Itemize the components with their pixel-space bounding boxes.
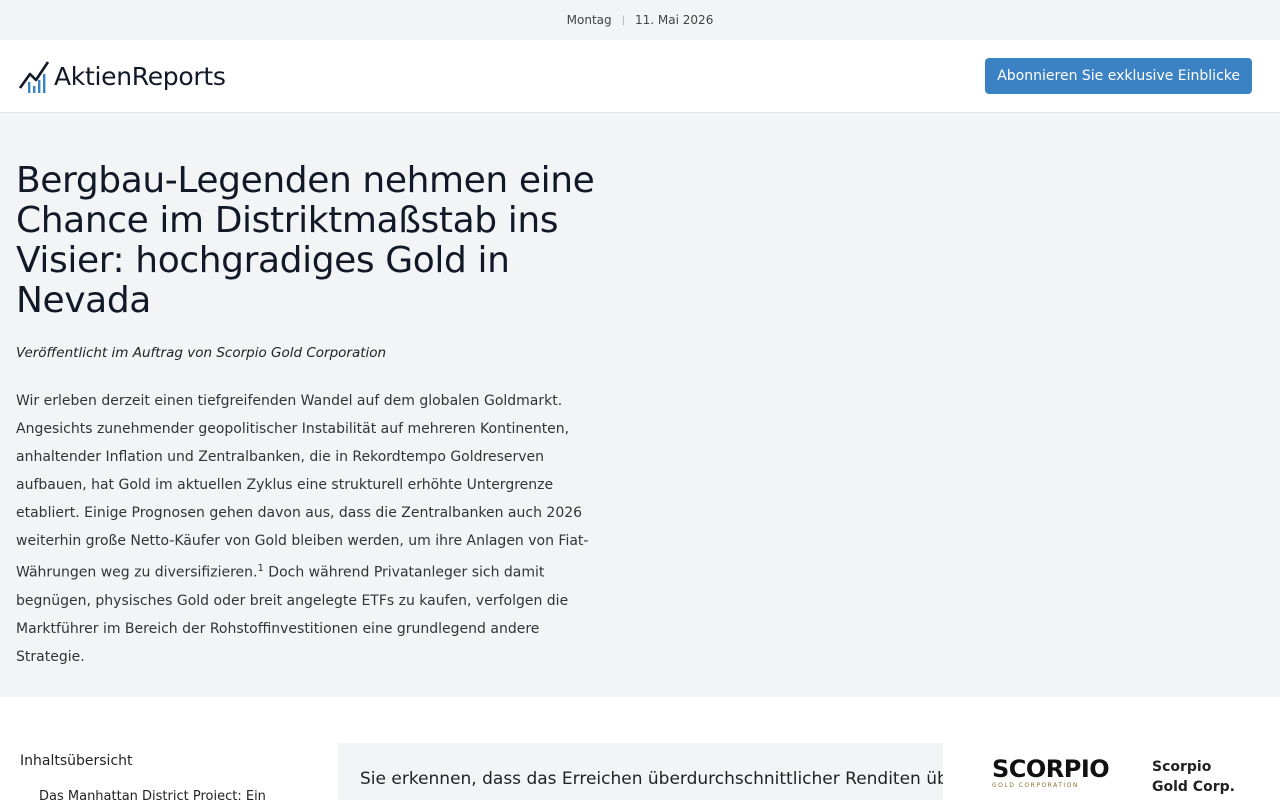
current-date: 11. Mai 2026: [635, 13, 714, 27]
date-separator: |: [621, 14, 626, 26]
company-logo-subtitle: GOLD CORPORATION: [992, 782, 1079, 789]
weekday: Montag: [566, 13, 612, 27]
site-header: AktienReports Abonnieren Sie exklusive E…: [0, 40, 1280, 113]
company-logo-word: SCORPIO: [992, 755, 1110, 783]
company-logo: SCORPIO GOLD CORPORATION: [992, 757, 1122, 793]
toc-title: Inhaltsübersicht: [20, 753, 133, 769]
article-intro: Wir erleben derzeit einen tiefgreifenden…: [16, 387, 606, 671]
subscribe-button[interactable]: Abonnieren Sie exklusive Einblicke: [985, 58, 1252, 94]
intro-text-part-1: Wir erleben derzeit einen tiefgreifenden…: [16, 393, 589, 581]
logo-text: AktienReports: [54, 61, 226, 91]
article-hero: Bergbau-Legenden nehmen eine Chance im D…: [0, 113, 1280, 697]
toc-item[interactable]: Das Manhattan District Project: Ein: [39, 789, 266, 800]
date-bar: Montag | 11. Mai 2026: [0, 0, 1280, 40]
callout-box: Sie erkennen, dass das Erreichen überdur…: [338, 743, 943, 800]
sponsor-note: Veröffentlicht im Auftrag von Scorpio Go…: [16, 345, 387, 361]
article-body-preview: Inhaltsübersicht Das Manhattan District …: [0, 697, 1280, 800]
company-name: Scorpio Gold Corp.: [1152, 759, 1235, 795]
site-logo[interactable]: AktienReports: [18, 58, 226, 94]
bar-chart-logo-icon: [18, 61, 50, 93]
callout-text: Sie erkennen, dass das Erreichen überdur…: [360, 769, 943, 789]
article-title: Bergbau-Legenden nehmen eine Chance im D…: [16, 160, 595, 321]
